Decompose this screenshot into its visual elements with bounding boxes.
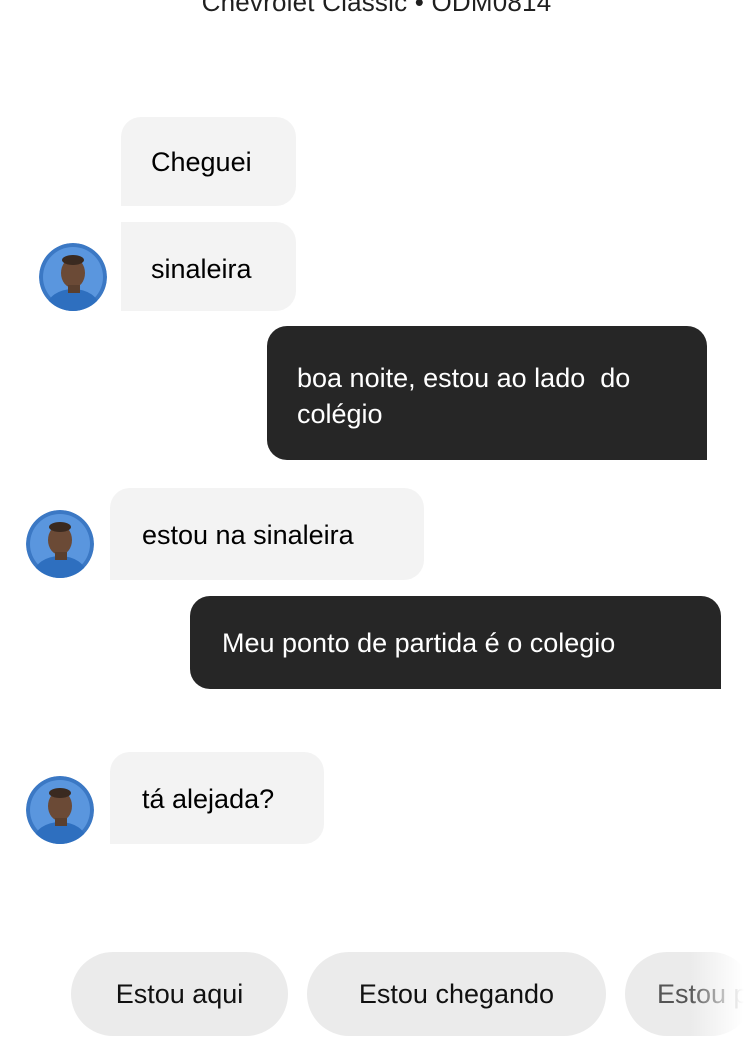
message-bubble-incoming: Cheguei xyxy=(121,117,296,206)
quick-reply-estou-button[interactable]: Estou p xyxy=(625,952,753,1036)
driver-photo-icon xyxy=(39,243,107,311)
message-bubble-outgoing: boa noite, estou ao lado do colégio xyxy=(267,326,707,460)
message-bubble-incoming: tá alejada? xyxy=(110,752,324,844)
driver-photo-icon xyxy=(26,510,94,578)
driver-avatar[interactable] xyxy=(26,510,94,578)
quick-reply-estou-chegando-button[interactable]: Estou chegando xyxy=(307,952,606,1036)
driver-photo-icon xyxy=(26,776,94,844)
message-bubble-outgoing: Meu ponto de partida é o colegio xyxy=(190,596,721,689)
message-bubble-incoming: estou na sinaleira xyxy=(110,488,424,580)
message-bubble-incoming: sinaleira xyxy=(121,222,296,311)
driver-avatar[interactable] xyxy=(39,243,107,311)
quick-reply-estou-aqui-button[interactable]: Estou aqui xyxy=(71,952,288,1036)
vehicle-title: Chevrolet Classic • ODM0814 xyxy=(201,0,552,17)
driver-avatar[interactable] xyxy=(26,776,94,844)
